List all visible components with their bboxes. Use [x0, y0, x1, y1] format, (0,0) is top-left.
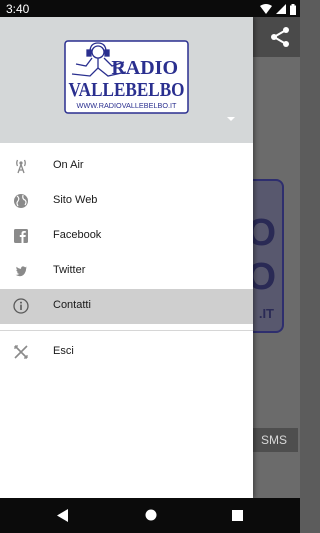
- menu-item-contatti[interactable]: Contatti: [0, 289, 253, 324]
- status-icons: [260, 3, 296, 15]
- menu-item-label: Facebook: [53, 229, 102, 241]
- home-icon[interactable]: [145, 509, 157, 521]
- menu-item-sito-web[interactable]: Sito Web: [0, 184, 253, 219]
- navigation-drawer: RADIO VALLEBELBO WWW.RADIOVALLEBELBO.IT …: [0, 17, 253, 498]
- globe-icon: [14, 194, 28, 208]
- logo-line2: VALLEBELBO: [69, 79, 185, 101]
- menu-item-label: On Air: [53, 159, 84, 171]
- menu-item-label: Sito Web: [53, 194, 98, 206]
- radio-vallebelbo-logo: RADIO VALLEBELBO WWW.RADIOVALLEBELBO.IT: [64, 40, 189, 114]
- account-dropdown-icon[interactable]: [226, 115, 236, 123]
- logo-line1: RADIO: [111, 57, 178, 79]
- signal-icon: [276, 4, 286, 14]
- menu-item-twitter[interactable]: Twitter: [0, 254, 253, 289]
- info-icon: [13, 298, 29, 314]
- wifi-icon: [260, 4, 272, 14]
- menu-item-facebook[interactable]: Facebook: [0, 219, 253, 254]
- menu-item-on-air[interactable]: On Air: [0, 149, 253, 184]
- system-navigation-bar: [0, 498, 300, 533]
- status-time: 3:40: [6, 2, 30, 16]
- background-logo-url: .IT: [258, 306, 274, 321]
- menu-item-label: Contatti: [53, 299, 91, 311]
- drawer-header: RADIO VALLEBELBO WWW.RADIOVALLEBELBO.IT: [0, 17, 253, 143]
- status-bar: 3:40: [0, 0, 300, 17]
- facebook-icon: [14, 229, 28, 243]
- drawer-menu: On Air Sito Web Facebook Twitter Contatt…: [0, 149, 253, 370]
- close-icon: [14, 345, 28, 359]
- menu-item-label: Twitter: [53, 264, 86, 276]
- share-icon[interactable]: [268, 25, 292, 49]
- menu-item-label: Esci: [53, 345, 74, 357]
- menu-item-esci[interactable]: Esci: [0, 335, 253, 370]
- radio-tower-icon: [16, 159, 26, 174]
- back-icon[interactable]: [57, 509, 69, 522]
- logo-url: WWW.RADIOVALLEBELBO.IT: [77, 103, 178, 110]
- battery-icon: [290, 3, 296, 15]
- sms-button[interactable]: SMS: [250, 428, 298, 452]
- menu-divider: [0, 330, 253, 331]
- recent-apps-icon[interactable]: [232, 510, 243, 521]
- twitter-icon: [15, 266, 27, 277]
